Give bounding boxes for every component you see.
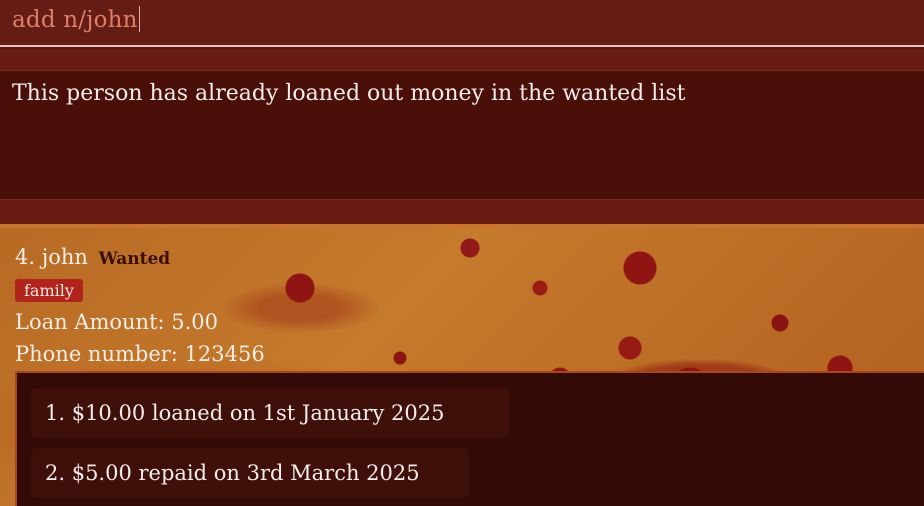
- wanted-status-label: Wanted: [98, 249, 171, 269]
- transaction-text: 1. $10.00 loaned on 1st January 2025: [45, 401, 445, 425]
- command-input[interactable]: add n/john: [12, 6, 140, 34]
- transaction-text: 2. $5.00 repaid on 3rd March 2025: [45, 461, 420, 485]
- result-box: This person has already loaned out money…: [0, 70, 924, 200]
- loan-amount: Loan Amount: 5.00: [15, 310, 219, 334]
- person-header: 4. john Wanted: [15, 245, 170, 269]
- command-box[interactable]: add n/john: [0, 0, 924, 47]
- result-message: This person has already loaned out money…: [12, 81, 686, 106]
- command-input-text: add n/john: [12, 7, 138, 33]
- text-caret: [138, 6, 140, 32]
- person-card[interactable]: 4. john Wanted family Loan Amount: 5.00 …: [0, 228, 924, 506]
- result-display-area: This person has already loaned out money…: [0, 49, 924, 227]
- transaction-item[interactable]: 2. $5.00 repaid on 3rd March 2025: [31, 448, 469, 498]
- transaction-list[interactable]: 1. $10.00 loaned on 1st January 2025 2. …: [15, 371, 924, 506]
- person-name: 4. john: [15, 245, 88, 269]
- transaction-item[interactable]: 1. $10.00 loaned on 1st January 2025: [31, 388, 509, 438]
- phone-number: Phone number: 123456: [15, 342, 265, 366]
- tag-badge: family: [15, 279, 83, 302]
